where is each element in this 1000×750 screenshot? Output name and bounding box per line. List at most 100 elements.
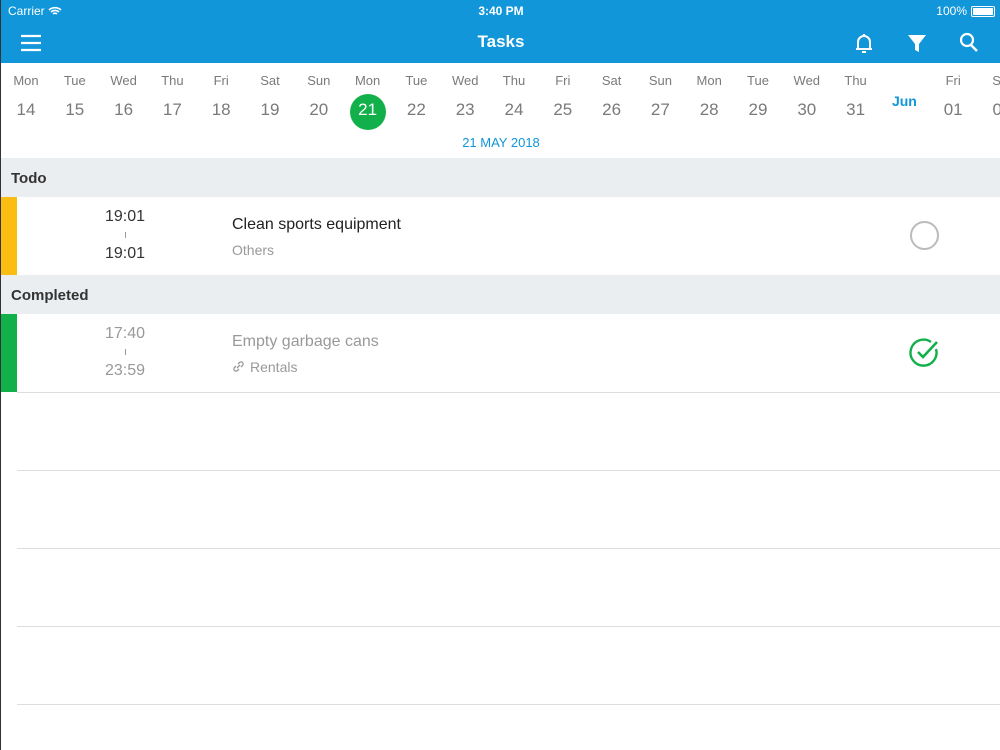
day-cell[interactable]: Mon 28 (685, 63, 734, 130)
day-number: 24 (504, 100, 524, 119)
day-number: 21 (349, 94, 386, 130)
task-row[interactable]: 19:01 19:01 Clean sports equipment Others (1, 197, 1000, 275)
task-color-bar (1, 314, 17, 392)
day-number: 14 (16, 100, 36, 119)
day-number: 20 (309, 100, 329, 119)
day-number: 19 (260, 100, 280, 119)
day-number: 01 (943, 100, 963, 119)
empty-row-divider (17, 470, 1000, 471)
weekday-label: Tue (405, 73, 428, 88)
weekday-label: Thu (844, 73, 867, 88)
day-number: 22 (406, 100, 426, 119)
task-title: Empty garbage cans (232, 333, 379, 350)
task-row[interactable]: 17:40 23:59 Empty garbage cans Rentals (1, 314, 1000, 392)
day-cell[interactable]: Wed 30 (782, 63, 831, 130)
section-header: Completed (1, 275, 1000, 314)
weekday-label: Fri (555, 73, 571, 88)
day-number: 25 (553, 100, 573, 119)
weekday-label: Thu (161, 73, 184, 88)
empty-row-divider (17, 704, 1000, 705)
day-number: 30 (797, 100, 817, 119)
weekday-label: Mon (696, 73, 722, 88)
status-bar: Carrier 3:40 PM 100% (1, 0, 1000, 22)
month-name: Jun (891, 93, 917, 109)
empty-row-divider (17, 392, 1000, 393)
start-time: 17:40 (104, 325, 146, 342)
day-cell[interactable]: Fri 18 (197, 63, 246, 130)
weekday-label: Wed (110, 73, 137, 88)
day-cell[interactable]: Mon 14 (2, 63, 51, 130)
day-number: 17 (162, 100, 182, 119)
bell-icon[interactable] (851, 30, 877, 56)
end-time: 19:01 (104, 245, 146, 262)
weekday-label: Sat (992, 73, 1000, 88)
day-cell[interactable]: Sun 27 (636, 63, 685, 130)
task-category: Others (232, 242, 274, 258)
day-number: 26 (602, 100, 622, 119)
day-cell[interactable]: Wed 16 (99, 63, 148, 130)
day-cell[interactable]: Fri 25 (538, 63, 587, 130)
task-category: Rentals (232, 359, 297, 375)
start-time: 19:01 (104, 208, 146, 225)
weekday-label: Wed (793, 73, 821, 88)
weekday-label: Tue (63, 73, 86, 88)
day-number: 16 (114, 100, 134, 119)
task-times: 19:01 19:01 (85, 207, 165, 263)
day-cell-selected[interactable]: Mon 21 (343, 63, 392, 130)
day-cell[interactable]: Sun 20 (294, 63, 343, 130)
nav-bar: Tasks (1, 22, 1000, 63)
weekday-label: Mon (354, 73, 381, 88)
day-cell[interactable]: Fri 01 (929, 63, 978, 130)
day-cell[interactable]: Thu 24 (490, 63, 539, 130)
day-cell[interactable]: Thu 31 (831, 63, 880, 130)
weekday-label: Sun (307, 73, 331, 88)
task-color-bar (1, 197, 17, 275)
day-number: 15 (65, 100, 85, 119)
battery-percent: 100% (936, 4, 967, 18)
category-label: Others (232, 242, 275, 258)
task-title: Clean sports equipment (232, 216, 401, 233)
day-number: 28 (699, 100, 719, 119)
checked-circle-icon[interactable] (909, 337, 940, 368)
filter-icon[interactable] (904, 30, 930, 56)
weekday-label: Thu (502, 73, 526, 88)
weekday-label: Mon (13, 73, 39, 88)
day-cell[interactable]: Tue 22 (392, 63, 441, 130)
weekday-label: Wed (451, 73, 479, 88)
weekday-label: Tue (747, 73, 769, 88)
month-label[interactable]: Jun (880, 63, 929, 109)
link-icon (233, 361, 244, 372)
section-title: Completed (11, 287, 89, 304)
battery-status: 100% (936, 4, 995, 18)
day-cell[interactable]: Sat 02 (978, 63, 1000, 130)
category-label: Rentals (250, 359, 298, 375)
day-number: 29 (748, 100, 768, 119)
empty-row-divider (17, 548, 1000, 549)
search-icon[interactable] (956, 30, 982, 56)
day-number: 23 (455, 100, 475, 119)
day-cell[interactable]: Tue 29 (734, 63, 783, 130)
day-cell[interactable]: Sat 26 (587, 63, 636, 130)
section-header: Todo (1, 158, 1000, 197)
end-time: 23:59 (104, 362, 146, 379)
weekday-label: Sat (601, 73, 622, 88)
weekday-label: Sun (648, 73, 672, 88)
empty-row-divider (17, 626, 1000, 627)
unchecked-circle-icon[interactable] (909, 220, 940, 251)
selected-date-label: 21 MAY 2018 (462, 135, 540, 150)
day-number: 18 (211, 100, 231, 119)
day-number: 27 (650, 100, 670, 119)
section-title: Todo (11, 170, 47, 187)
day-cell[interactable]: Thu 17 (148, 63, 197, 130)
battery-icon (971, 5, 995, 17)
clock: 3:40 PM (478, 4, 524, 18)
task-times: 17:40 23:59 (85, 324, 165, 380)
weekday-label: Sat (260, 73, 280, 88)
weekday-label: Fri (213, 73, 229, 88)
weekday-label: Fri (945, 73, 961, 88)
day-number: 02 (992, 100, 1000, 119)
day-cell[interactable]: Wed 23 (441, 63, 490, 130)
day-cell[interactable]: Tue 15 (50, 63, 99, 130)
day-number: 31 (846, 100, 866, 119)
day-cell[interactable]: Sat 19 (246, 63, 295, 130)
